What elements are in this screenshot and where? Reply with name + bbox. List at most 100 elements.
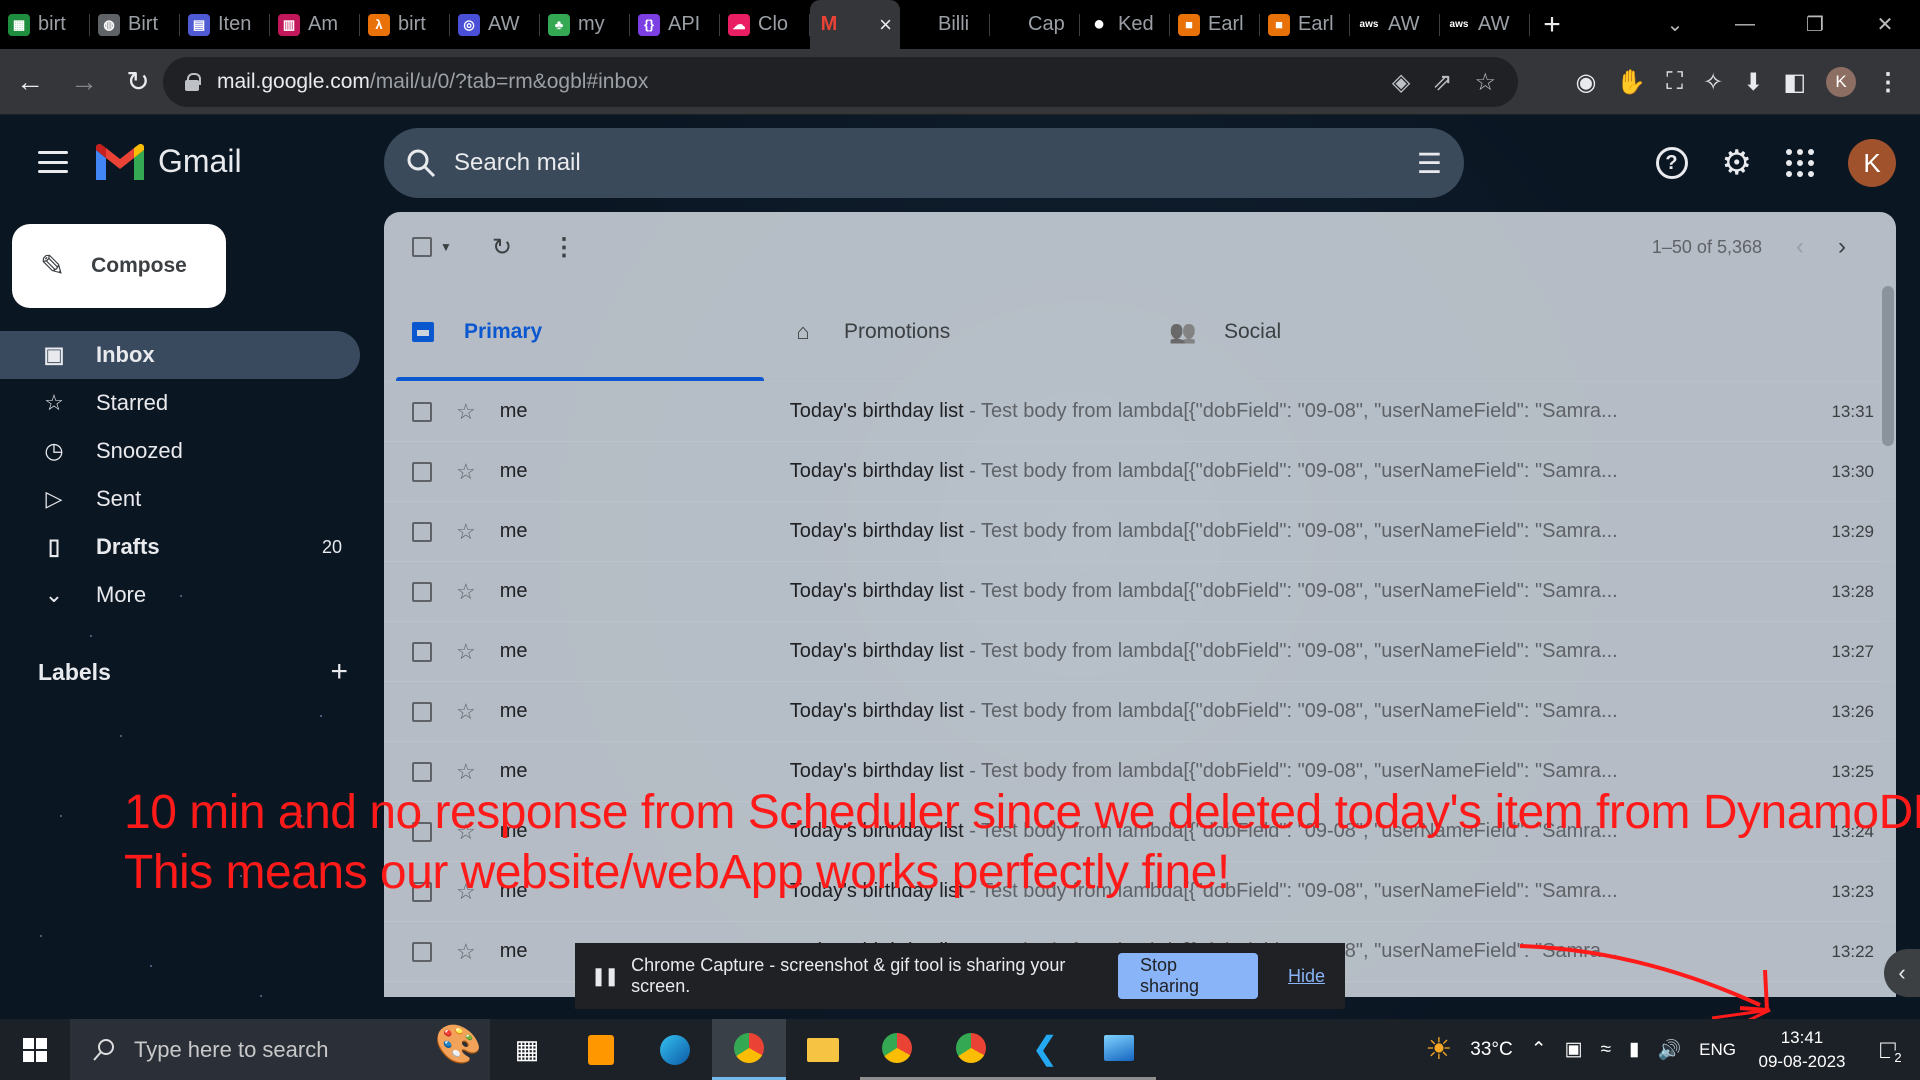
settings-gear-icon[interactable]: ⚙ [1722, 143, 1752, 183]
browser-tab[interactable]: ■ Earl [1170, 0, 1260, 49]
search-options-icon[interactable]: ☰ [1417, 147, 1442, 180]
tab-promotions[interactable]: ⌂ Promotions [764, 282, 1144, 381]
close-tab-icon[interactable]: × [879, 12, 892, 38]
chrome-profile-k-icon[interactable] [860, 1019, 934, 1080]
tab-social[interactable]: 👥 Social [1144, 282, 1524, 381]
chrome-profile-person-icon[interactable] [934, 1019, 1008, 1080]
sidebar-item-sent[interactable]: ▷ Sent [0, 475, 360, 523]
address-bar[interactable]: mail.google.com/mail/u/0/?tab=rm&ogbl#in… [163, 57, 1518, 107]
notification-center-icon[interactable]: □ 2 [1868, 1030, 1908, 1070]
main-menu-icon[interactable] [38, 151, 68, 173]
row-checkbox[interactable] [412, 641, 432, 662]
reload-button[interactable]: ↻ [114, 58, 162, 106]
star-icon[interactable]: ☆ [456, 579, 476, 605]
email-row[interactable]: ☆ me Today's birthday list - Test body fro… [384, 622, 1896, 682]
help-icon[interactable]: ? [1655, 147, 1688, 179]
next-page-icon[interactable]: › [1838, 233, 1846, 261]
account-avatar[interactable]: K [1848, 139, 1896, 187]
sidebar-item-snoozed[interactable]: ◷ Snoozed [0, 427, 360, 475]
wifi-icon[interactable]: ≈ [1601, 1039, 1611, 1061]
browser-tab[interactable]: M × [810, 0, 900, 49]
downloads-icon[interactable]: ⬇ [1743, 68, 1763, 97]
capture-extension-icon[interactable]: ⛶ [1666, 68, 1683, 96]
volume-icon[interactable]: 🔊 [1657, 1038, 1681, 1062]
photos-icon[interactable] [1082, 1019, 1156, 1080]
task-view-icon[interactable]: ▦ [490, 1019, 564, 1080]
share-icon[interactable]: ⇗ [1432, 68, 1452, 97]
star-icon[interactable]: ☆ [456, 759, 476, 785]
show-hidden-icons-icon[interactable]: ⌃ [1531, 1038, 1547, 1061]
edge-icon[interactable] [638, 1019, 712, 1080]
browser-tab[interactable]: ▦ birt [0, 0, 90, 49]
prev-page-icon[interactable]: ‹ [1796, 233, 1804, 261]
row-checkbox[interactable] [412, 401, 432, 422]
sublime-text-icon[interactable] [564, 1019, 638, 1080]
stop-sharing-button[interactable]: Stop sharing [1118, 953, 1258, 999]
browser-tab[interactable]: aws AW [1440, 0, 1530, 49]
browser-menu-icon[interactable]: ⋮ [1876, 68, 1900, 97]
browser-tab[interactable]: ◎ AW [450, 0, 540, 49]
language-indicator[interactable]: ENG [1699, 1040, 1736, 1060]
row-checkbox[interactable] [412, 761, 432, 782]
row-checkbox[interactable] [412, 941, 432, 962]
browser-tab[interactable]: ● Ked [1080, 0, 1170, 49]
star-icon[interactable]: ☆ [456, 639, 476, 665]
weather-temp[interactable]: 33°C [1470, 1039, 1512, 1061]
email-row[interactable]: ☆ me Today's birthday list - Test body fro… [384, 502, 1896, 562]
star-icon[interactable]: ☆ [456, 519, 476, 545]
row-checkbox[interactable] [412, 461, 432, 482]
bookmark-star-icon[interactable]: ☆ [1474, 68, 1496, 97]
browser-tab[interactable]: Billi [900, 0, 990, 49]
close-window-button[interactable]: ✕ [1850, 0, 1920, 49]
search-bar[interactable]: Search mail ☰ [384, 128, 1464, 198]
forward-button[interactable]: → [60, 58, 108, 106]
sidebar-item-inbox[interactable]: ▣ Inbox [0, 331, 360, 379]
refresh-icon[interactable]: ↻ [492, 233, 512, 262]
minimize-button[interactable]: — [1710, 0, 1780, 49]
star-icon[interactable]: ☆ [456, 459, 476, 485]
email-row[interactable]: ☆ me Today's birthday list - Test body fro… [384, 382, 1896, 442]
clock[interactable]: 13:41 09-08-2023 [1754, 1026, 1850, 1074]
extension-glasses-icon[interactable]: ◉ [1575, 68, 1596, 97]
gmail-logo[interactable]: Gmail [96, 143, 242, 180]
search-icon[interactable] [406, 148, 436, 178]
file-explorer-icon[interactable] [786, 1019, 860, 1080]
side-panel-icon[interactable]: ◧ [1783, 68, 1806, 97]
compose-button[interactable]: ✎ Compose [12, 224, 226, 308]
install-app-icon[interactable]: ◈ [1392, 68, 1410, 97]
hide-link[interactable]: Hide [1288, 966, 1325, 987]
sidebar-item-drafts[interactable]: ▯ Drafts 20 [0, 523, 360, 571]
star-icon[interactable]: ☆ [456, 699, 476, 725]
row-checkbox[interactable] [412, 701, 432, 722]
email-row[interactable]: ☆ me Today's birthday list - Test body fro… [384, 682, 1896, 742]
extensions-puzzle-icon[interactable]: ✧ [1703, 68, 1723, 97]
browser-tab[interactable]: ◍ Birt [90, 0, 180, 49]
vscode-icon[interactable]: ❮ [1008, 1019, 1082, 1080]
more-actions-icon[interactable]: ⋮ [552, 233, 576, 262]
scrollbar-thumb[interactable] [1882, 286, 1894, 446]
select-dropdown-icon[interactable]: ▼ [440, 240, 452, 254]
browser-tab[interactable]: ♣ my [540, 0, 630, 49]
star-icon[interactable]: ☆ [456, 939, 476, 965]
display-icon[interactable]: ▣ [1565, 1038, 1583, 1061]
add-label-icon[interactable]: + [330, 655, 348, 689]
browser-tab[interactable]: ▤ Iten [180, 0, 270, 49]
browser-tab[interactable]: {} API [630, 0, 720, 49]
select-all-checkbox[interactable] [412, 237, 432, 257]
browser-tab[interactable]: ■ Earl [1260, 0, 1350, 49]
row-checkbox[interactable] [412, 521, 432, 542]
chrome-icon[interactable] [712, 1019, 786, 1080]
tab-primary[interactable]: Primary [384, 282, 764, 381]
start-button[interactable] [0, 1019, 70, 1080]
browser-tab[interactable]: aws AW [1350, 0, 1440, 49]
google-apps-icon[interactable] [1786, 149, 1814, 177]
new-tab-button[interactable]: + [1530, 0, 1574, 49]
browser-tab[interactable]: ☁ Clo [720, 0, 810, 49]
email-row[interactable]: ☆ me Today's birthday list - Test body fro… [384, 442, 1896, 502]
star-icon[interactable]: ☆ [456, 399, 476, 425]
profile-avatar[interactable]: K [1826, 67, 1856, 97]
browser-tab[interactable]: Cap [990, 0, 1080, 49]
battery-icon[interactable]: ▮ [1629, 1038, 1639, 1061]
row-checkbox[interactable] [412, 581, 432, 602]
email-row[interactable]: ☆ me Today's birthday list - Test body fro… [384, 562, 1896, 622]
